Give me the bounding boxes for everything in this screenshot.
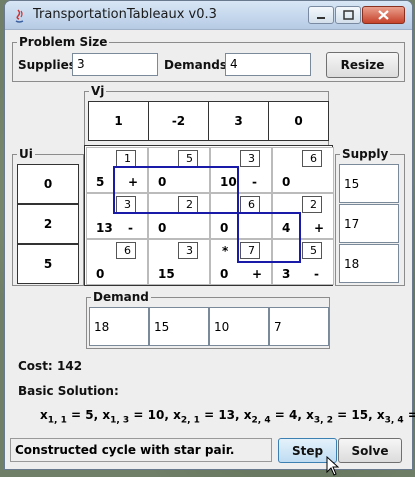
cell-cost[interactable]: 5 [302,242,322,259]
cell-cost[interactable]: 6 [116,242,136,259]
cost-label: Cost: [18,359,53,373]
demand-field[interactable]: 15 [149,307,209,346]
demands-field[interactable]: 4 [225,53,311,76]
cell-cost[interactable]: 3 [178,242,198,259]
cell-flow: 0 [158,175,167,189]
solve-button[interactable]: Solve [338,438,402,463]
solution-term: x2, 1 = 13, [173,408,244,426]
solution-term: x2, 4 = 4, [243,408,307,426]
supply-field[interactable]: 18 [339,244,399,283]
demand-field[interactable]: 7 [269,307,329,346]
term-value: 15 [351,408,369,422]
cell-cost[interactable]: 5 [178,150,198,167]
maximize-button[interactable] [335,6,361,24]
cursor-icon [326,456,340,476]
demand-field[interactable]: 10 [209,307,269,346]
supply-field[interactable]: 17 [339,204,399,243]
cell-sign: + [314,221,325,235]
problem-size-title: Problem Size [17,35,110,49]
term-var: x [306,408,314,422]
term-var: x [102,408,111,422]
cell-flow: 0 [220,221,229,235]
cell-cost[interactable]: 2 [302,196,322,213]
ui-value: 2 [17,204,79,244]
term-value: 13 [218,408,236,422]
vj-value: 0 [268,101,329,141]
term-value: 5 [85,408,94,422]
ui-value: 5 [17,244,79,284]
basic-solution-label: Basic Solution: [18,384,119,398]
solution-term: x3, 4 = 3 [376,408,415,426]
solution-term: x1, 1 = 5, [40,408,103,426]
cell-sign: + [128,175,139,189]
demand-field[interactable]: 18 [89,307,149,346]
cell-flow: 3 [282,267,291,281]
java-app-icon [15,9,24,23]
basic-solution-equation: x1, 1 = 5, x1, 3 = 10, x2, 1 = 13, x2, 4… [40,408,415,425]
term-subscript: 3, 4 [384,415,404,426]
resize-button[interactable]: Resize [326,52,399,78]
cell-flow: 4 [282,221,291,235]
cell-flow: 0 [282,175,291,189]
cell-cost[interactable]: 6 [240,196,260,213]
maximize-icon [343,10,354,20]
close-icon [378,10,389,20]
term-subscript: 2, 4 [251,415,271,426]
demand-title: Demand [91,290,151,304]
supply-title: Supply [340,147,391,161]
minimize-icon [317,17,325,19]
term-subscript: 2, 1 [180,415,200,426]
vj-value: 3 [208,101,269,141]
cell-cost[interactable]: 2 [178,196,198,213]
vj-title: Vj [89,84,107,98]
title-bar[interactable]: TransportationTableaux v0.3 [5,1,412,30]
cell-flow: 0 [158,221,167,235]
vj-value: -2 [148,101,209,141]
term-subscript: 1, 3 [110,415,130,426]
supply-field[interactable]: 15 [339,164,399,203]
window-title: TransportationTableaux v0.3 [33,7,217,22]
cell-flow: 5 [96,175,105,189]
cell-flow: 10 [220,175,237,189]
close-button[interactable] [362,6,405,24]
term-subscript: 3, 2 [313,415,333,426]
ui-value: 0 [17,164,79,204]
status-bar: Constructed cycle with star pair. [10,438,272,462]
cell-flow: 0 [220,267,229,281]
vj-value: 1 [88,101,149,141]
cell-cost[interactable]: 3 [240,150,260,167]
term-var: x [173,408,181,422]
cell-sign: + [252,267,263,281]
term-var: x [40,408,48,422]
term-var: x [376,408,385,422]
cell-sign: - [252,175,257,189]
cell-flow: 0 [96,267,105,281]
cell-star: * [222,244,229,258]
solution-term: x1, 3 = 10, [102,408,174,426]
cell-cost[interactable]: 3 [116,196,136,213]
solution-term: x3, 2 = 15, [306,408,377,426]
cell-cost[interactable]: 1 [116,150,136,167]
cost-value: 142 [57,359,83,373]
term-var: x [243,408,252,422]
cell-sign: - [128,221,133,235]
cell-cost[interactable]: 7 [240,242,260,259]
minimize-button[interactable] [308,6,334,24]
cell-cost[interactable]: 6 [302,150,322,167]
cell-sign: - [314,267,319,281]
cell-flow: 15 [158,267,175,281]
ui-title: Ui [17,147,35,161]
term-subscript: 1, 1 [47,415,67,426]
cell-flow: 13 [96,221,113,235]
demands-label: Demands: [164,58,232,72]
supplies-field[interactable]: 3 [72,53,158,76]
term-value: 10 [147,408,165,422]
